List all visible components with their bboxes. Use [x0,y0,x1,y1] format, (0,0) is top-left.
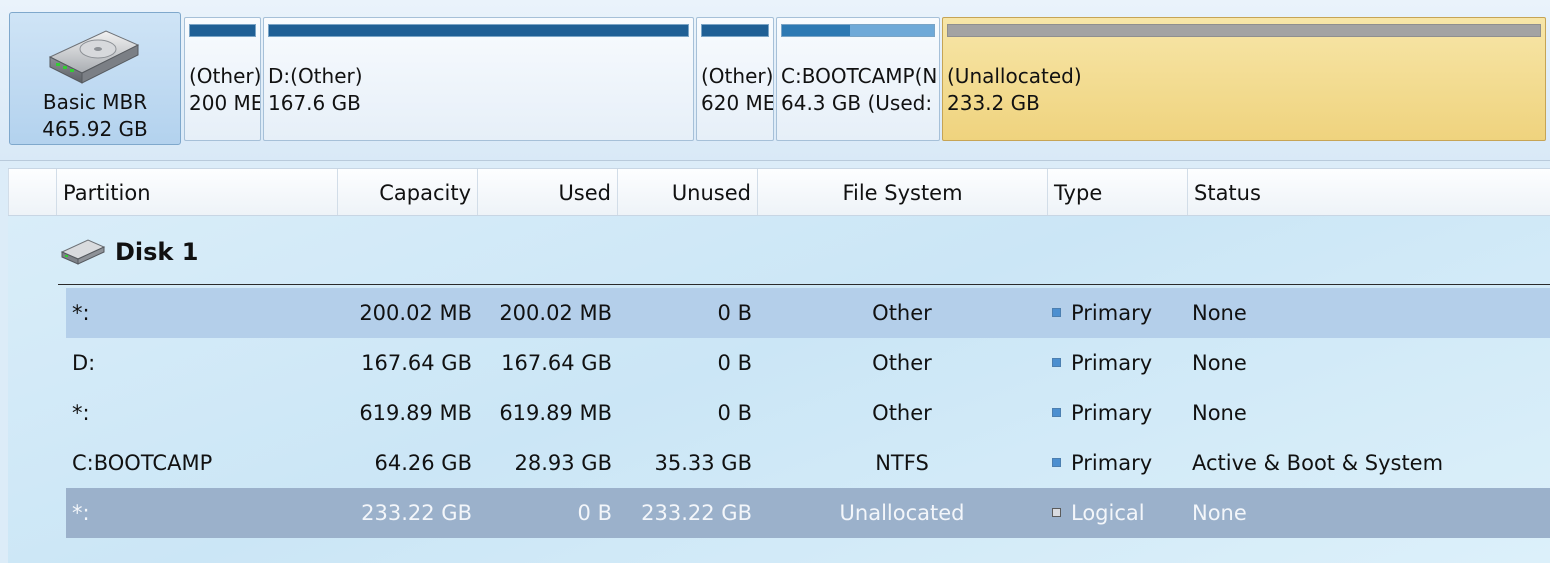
cell-status: None [1192,501,1247,525]
column-header-status[interactable]: Status [1187,169,1550,215]
type-label: Primary [1071,301,1153,325]
primary-type-icon [1052,308,1061,317]
column-header-capacity[interactable]: Capacity [337,169,477,215]
cell-status: None [1192,301,1247,325]
cell-unused: 233.22 GB [641,501,752,525]
cell-used: 167.64 GB [501,351,612,375]
cell-partition: *: [72,301,90,325]
cell-capacity: 233.22 GB [361,501,472,525]
partition-name: (Other) [701,64,774,88]
usage-bar [947,24,1541,37]
partition-block-d[interactable]: D:(Other) 167.6 GB [263,17,694,141]
cell-unused: 0 B [717,301,752,325]
cell-filesystem: Other [872,351,932,375]
cell-capacity: 167.64 GB [361,351,472,375]
partition-size: 167.6 GB [268,91,361,115]
header-spacer [8,169,56,215]
cell-type: Primary [1052,388,1192,438]
column-header-partition[interactable]: Partition [56,169,337,215]
partition-block-other-1[interactable]: (Other) 200 ME [184,17,261,141]
group-divider [58,284,1550,285]
cell-partition: D: [72,351,96,375]
disk-size-label: 465.92 GB [42,117,148,141]
partition-block-unallocated[interactable]: (Unallocated) 233.2 GB [942,17,1546,141]
type-label: Primary [1071,401,1153,425]
cell-partition: *: [72,401,90,425]
cell-capacity: 619.89 MB [359,401,472,425]
partition-name: (Other) [189,64,261,88]
cell-filesystem: Other [872,401,932,425]
disk-info-block[interactable]: Basic MBR 465.92 GB [9,12,181,145]
partition-size: 233.2 GB [947,91,1040,115]
cell-status: None [1192,401,1247,425]
cell-type: Primary [1052,288,1192,338]
disk-group-label: Disk 1 [115,238,199,266]
column-header-unused[interactable]: Unused [617,169,757,215]
type-label: Primary [1071,351,1153,375]
type-label: Primary [1071,451,1153,475]
column-header-filesystem[interactable]: File System [757,169,1047,215]
cell-filesystem: NTFS [875,451,929,475]
table-row[interactable]: C:BOOTCAMP 64.26 GB 28.93 GB 35.33 GB NT… [66,438,1550,488]
cell-filesystem: Unallocated [839,501,965,525]
usage-bar-fill [269,25,688,36]
cell-partition: *: [72,501,90,525]
usage-bar-fill [702,25,768,36]
table-row[interactable]: D: 167.64 GB 167.64 GB 0 B Other Primary… [66,338,1550,388]
cell-unused: 35.33 GB [654,451,752,475]
usage-bar [189,24,256,37]
partition-block-bootcamp[interactable]: C:BOOTCAMP(N 64.3 GB (Used: [776,17,940,141]
primary-type-icon [1052,408,1061,417]
cell-used: 0 B [577,501,612,525]
cell-unused: 0 B [717,351,752,375]
cell-filesystem: Other [872,301,932,325]
cell-type: Primary [1052,338,1192,388]
primary-type-icon [1052,458,1061,467]
primary-type-icon [1052,358,1061,367]
partition-name: (Unallocated) [947,64,1082,88]
partition-block-other-2[interactable]: (Other) 620 ME [696,17,774,141]
usage-bar [781,24,935,37]
partition-name: C:BOOTCAMP(N [781,64,938,88]
column-header-type[interactable]: Type [1047,169,1187,215]
cell-status: Active & Boot & System [1192,451,1444,475]
table-row[interactable]: *: 619.89 MB 619.89 MB 0 B Other Primary… [66,388,1550,438]
cell-used: 200.02 MB [499,301,612,325]
usage-bar-fill [190,25,255,36]
partition-size: 200 ME [189,91,261,115]
table-row[interactable]: *: 200.02 MB 200.02 MB 0 B Other Primary… [66,288,1550,338]
partition-name: D:(Other) [268,64,363,88]
cell-type: Logical [1052,488,1192,538]
partition-size: 620 ME [701,91,774,115]
cell-type: Primary [1052,438,1192,488]
cell-partition: C:BOOTCAMP [72,451,213,475]
usage-bar [701,24,769,37]
cell-capacity: 200.02 MB [359,301,472,325]
table-row[interactable]: *: 233.22 GB 0 B 233.22 GB Unallocated L… [66,488,1550,538]
column-header-used[interactable]: Used [477,169,617,215]
cell-unused: 0 B [717,401,752,425]
partition-size: 64.3 GB (Used: [781,91,933,115]
disk-map: Basic MBR 465.92 GB (Other) 200 ME D:(Ot… [0,0,1550,161]
table-header: Partition Capacity Used Unused File Syst… [8,168,1550,216]
disk-type-label: Basic MBR [42,90,148,114]
usage-bar-fill [782,25,851,36]
cell-used: 619.89 MB [499,401,612,425]
cell-used: 28.93 GB [514,451,612,475]
hard-disk-icon [48,30,140,84]
logical-type-icon [1052,508,1061,517]
cell-status: None [1192,351,1247,375]
hard-disk-icon [60,239,106,265]
usage-bar [268,24,689,37]
partition-list: Disk 1 *: 200.02 MB 200.02 MB 0 B Other … [8,216,1550,563]
type-label: Logical [1071,501,1145,525]
cell-capacity: 64.26 GB [374,451,472,475]
